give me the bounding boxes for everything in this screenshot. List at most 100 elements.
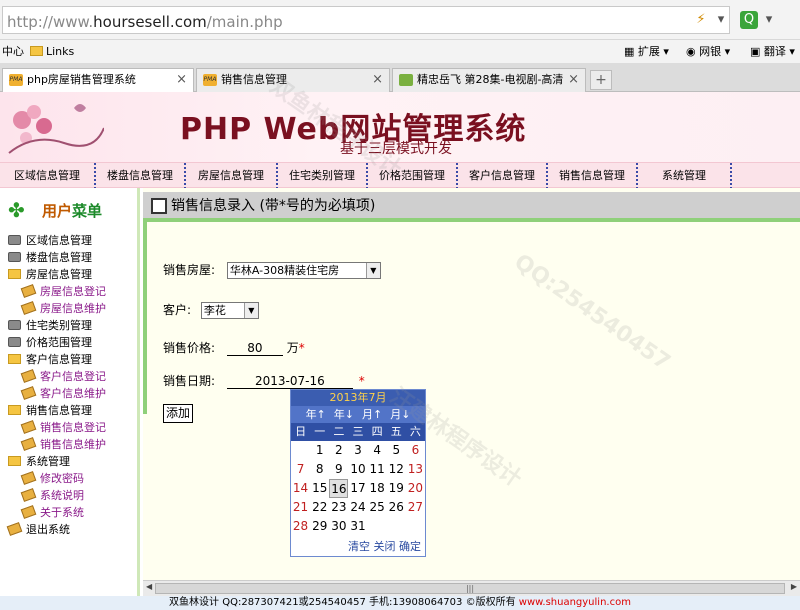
nav-customer[interactable]: 客户信息管理 — [458, 163, 548, 189]
calendar-day[interactable]: 15 — [310, 479, 329, 498]
month-prev-button[interactable]: 月↑ — [362, 408, 382, 421]
calendar-day[interactable]: 14 — [291, 479, 310, 498]
calendar-day[interactable]: 16 — [329, 479, 349, 498]
horizontal-scrollbar[interactable]: ◀ ||| ▶ — [143, 580, 800, 596]
close-button[interactable]: 关闭 — [374, 540, 396, 553]
chevron-down-icon[interactable]: ▾ — [760, 11, 778, 29]
add-button[interactable]: 添加 — [163, 404, 193, 423]
search-engine-icon[interactable]: Q — [740, 11, 758, 29]
calendar-day[interactable]: 24 — [348, 498, 367, 517]
chevron-down-icon[interactable]: ▾ — [712, 11, 730, 29]
sidebar-item[interactable]: 销售信息登记 — [0, 419, 140, 436]
url-input[interactable]: http://www.hoursesell.com/main.php — [2, 6, 730, 34]
calendar-day[interactable]: 12 — [387, 460, 406, 479]
sidebar-item[interactable]: 客户信息管理 — [0, 351, 140, 368]
sidebar-item[interactable]: 系统说明 — [0, 487, 140, 504]
sidebar-item[interactable]: 价格范围管理 — [0, 334, 140, 351]
close-icon[interactable]: × — [176, 69, 187, 91]
calendar-day[interactable]: 7 — [291, 460, 310, 479]
calendar-day[interactable]: 29 — [310, 517, 329, 536]
sidebar-item[interactable]: 客户信息登记 — [0, 368, 140, 385]
netbank-button[interactable]: ◉ 网银 ▾ — [686, 40, 730, 64]
calendar-day[interactable]: 21 — [291, 498, 310, 517]
calendar-day[interactable]: 5 — [387, 441, 406, 460]
tab-video[interactable]: 精忠岳飞 第28集-电视剧-高清 × — [392, 68, 586, 92]
sidebar-item[interactable]: 系统管理 — [0, 453, 140, 470]
sidebar-item[interactable]: 销售信息管理 — [0, 402, 140, 419]
nav-building[interactable]: 楼盘信息管理 — [96, 163, 186, 189]
calendar-day[interactable]: 25 — [368, 498, 387, 517]
close-icon[interactable]: × — [372, 69, 383, 91]
bookmark-links[interactable]: Links — [30, 40, 74, 64]
calendar-day[interactable]: 6 — [406, 441, 425, 460]
calendar-day[interactable]: 9 — [329, 460, 348, 479]
calendar-day[interactable]: 11 — [368, 460, 387, 479]
close-icon[interactable]: × — [568, 69, 579, 91]
calendar-day[interactable]: 13 — [406, 460, 425, 479]
sidebar-item[interactable]: 修改密码 — [0, 470, 140, 487]
new-tab-button[interactable]: + — [590, 70, 612, 90]
extend-button[interactable]: ▦ 扩展 ▾ — [624, 40, 669, 64]
footer-link[interactable]: www.shuangyulin.com — [519, 597, 631, 608]
house-select[interactable]: 华林A-308精装住宅房 ▼ — [226, 262, 381, 279]
weekday-label: 六 — [409, 425, 421, 438]
calendar-nav: 年↑ 年↓ 月↑ 月↓ — [291, 406, 425, 423]
calendar-day[interactable]: 2 — [329, 441, 348, 460]
tab-sales-manage[interactable]: PMA 销售信息管理 × — [196, 68, 390, 92]
calendar-day[interactable]: 3 — [348, 441, 367, 460]
calendar-day[interactable]: 17 — [348, 479, 367, 498]
bookmark-center[interactable]: 中心 — [2, 40, 24, 64]
scroll-thumb[interactable]: ||| — [155, 583, 785, 594]
year-prev-button[interactable]: 年↑ — [306, 408, 326, 421]
year-next-button[interactable]: 年↓ — [334, 408, 354, 421]
month-next-button[interactable]: 月↓ — [390, 408, 410, 421]
folder-icon — [8, 354, 21, 364]
sidebar-item[interactable]: 房屋信息管理 — [0, 266, 140, 283]
sidebar-item[interactable]: 销售信息维护 — [0, 436, 140, 453]
calendar-day[interactable]: 8 — [310, 460, 329, 479]
calendar-day[interactable]: 4 — [368, 441, 387, 460]
nav-housing-type[interactable]: 住宅类别管理 — [278, 163, 368, 189]
calendar-day[interactable]: 23 — [329, 498, 348, 517]
calendar-day[interactable]: 31 — [348, 517, 367, 536]
scroll-left-icon[interactable]: ◀ — [146, 582, 152, 591]
customer-select[interactable]: 李花 ▼ — [200, 302, 259, 319]
sidebar-item[interactable]: 房屋信息维护 — [0, 300, 140, 317]
sidebar-item-label: 住宅类别管理 — [26, 319, 92, 332]
calendar-day[interactable]: 1 — [310, 441, 329, 460]
sidebar-item[interactable]: 退出系统 — [0, 521, 140, 538]
sidebar-item-label: 区域信息管理 — [26, 234, 92, 247]
date-row: 销售日期: 2013-07-16 * — [163, 372, 365, 389]
calendar-day[interactable]: 26 — [387, 498, 406, 517]
sidebar-item[interactable]: 区域信息管理 — [0, 232, 140, 249]
nav-sales[interactable]: 销售信息管理 — [548, 163, 638, 189]
lightning-icon[interactable]: ⚡ — [692, 11, 710, 29]
calendar-day[interactable]: 30 — [329, 517, 348, 536]
clear-button[interactable]: 清空 — [348, 540, 370, 553]
calendar-day[interactable]: 28 — [291, 517, 310, 536]
tab-php-system[interactable]: PMA php房屋销售管理系统 × — [2, 68, 194, 93]
date-input[interactable]: 2013-07-16 — [226, 374, 353, 389]
sidebar-item[interactable]: 关于系统 — [0, 504, 140, 521]
translate-button[interactable]: ▣ 翻译 ▾ — [750, 40, 795, 64]
calendar-day[interactable]: 20 — [406, 479, 425, 498]
calendar-day[interactable]: 27 — [406, 498, 425, 517]
confirm-button[interactable]: 确定 — [399, 540, 421, 553]
nav-house[interactable]: 房屋信息管理 — [186, 163, 278, 189]
page-footer: 双鱼林设计 QQ:287307421或254540457 手机:13908064… — [0, 596, 800, 610]
sidebar-item[interactable]: 客户信息维护 — [0, 385, 140, 402]
nav-price-range[interactable]: 价格范围管理 — [368, 163, 458, 189]
sidebar-item[interactable]: 住宅类别管理 — [0, 317, 140, 334]
calendar-day[interactable]: 10 — [348, 460, 367, 479]
calendar-day[interactable]: 18 — [368, 479, 387, 498]
sidebar-item[interactable]: 楼盘信息管理 — [0, 249, 140, 266]
sidebar-item[interactable]: 房屋信息登记 — [0, 283, 140, 300]
nav-system[interactable]: 系统管理 — [638, 163, 732, 189]
page-icon — [20, 301, 37, 315]
page-icon — [20, 386, 37, 400]
calendar-day[interactable]: 19 — [387, 479, 406, 498]
scroll-right-icon[interactable]: ▶ — [791, 582, 797, 591]
calendar-day[interactable]: 22 — [310, 498, 329, 517]
nav-area[interactable]: 区域信息管理 — [0, 163, 96, 189]
price-input[interactable]: 80 — [226, 341, 283, 356]
